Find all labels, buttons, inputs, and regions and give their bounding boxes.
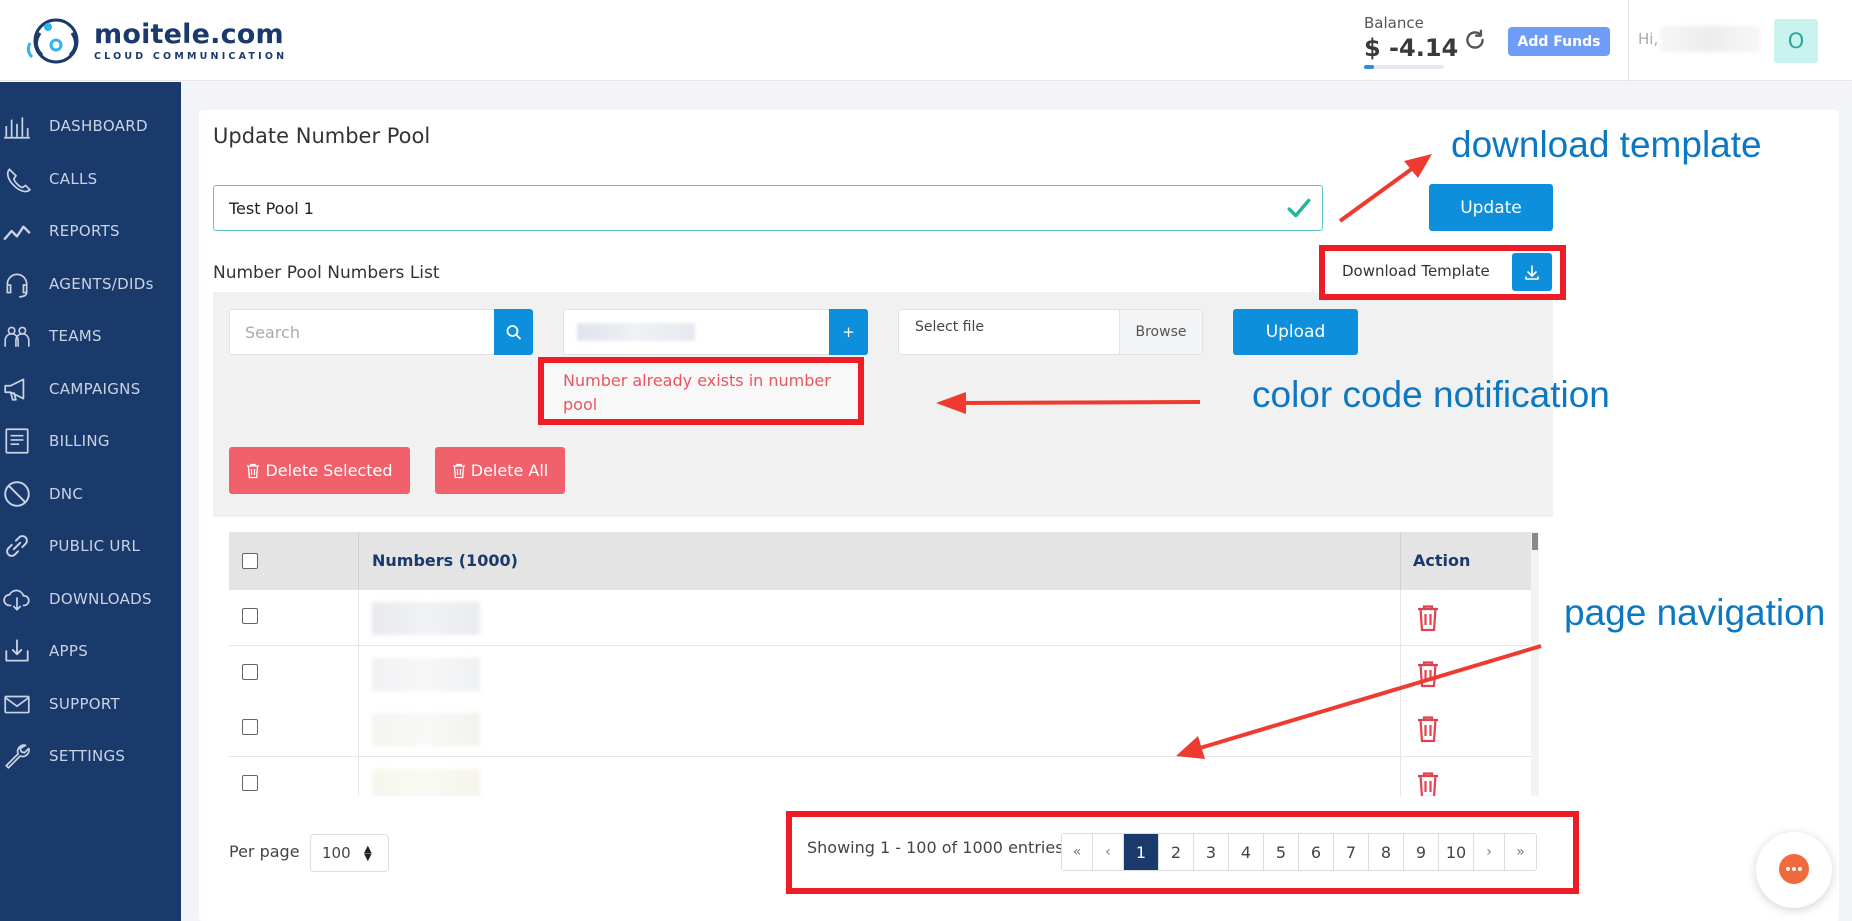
arrow-pagination bbox=[1199, 644, 1542, 750]
annotation-download-template: download template bbox=[1451, 124, 1762, 165]
annotation-page-navigation: page navigation bbox=[1564, 592, 1826, 633]
arrow-download-head bbox=[1404, 154, 1432, 178]
annotation-color-code: color code notification bbox=[1252, 374, 1610, 415]
arrow-pagination-head bbox=[1176, 736, 1205, 759]
chat-launcher-button[interactable] bbox=[1756, 832, 1832, 908]
arrow-notice bbox=[959, 400, 1201, 405]
chat-icon bbox=[1779, 854, 1809, 884]
arrow-notice-head bbox=[936, 392, 966, 414]
